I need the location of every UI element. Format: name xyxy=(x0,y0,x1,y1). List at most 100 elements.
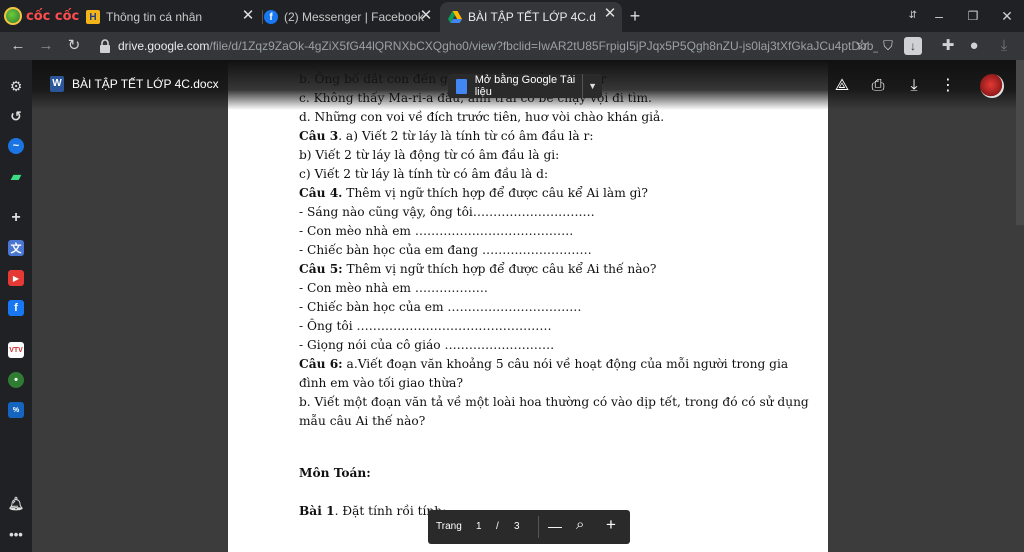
forward-arrow-icon[interactable]: → xyxy=(36,36,56,56)
document-line-text: . a) Viết 2 từ láy là tính từ có âm đầu … xyxy=(338,129,594,143)
document-line: c) Viết 2 từ láy là tính từ có âm đầu là… xyxy=(299,167,548,181)
current-page[interactable]: 1 xyxy=(476,521,482,532)
document-line: - Chiếc bàn học của em …………………………… xyxy=(299,300,581,314)
back-arrow-icon[interactable]: ← xyxy=(8,36,28,56)
document-line: d. Những con voi về đích trước tiên, huơ… xyxy=(299,110,664,124)
minimize-icon[interactable]: – xyxy=(928,6,950,26)
zoom-search-icon[interactable]: ⌕ xyxy=(576,516,584,533)
new-tab-plus-icon[interactable]: + xyxy=(626,7,644,25)
url-host: drive.google.com xyxy=(118,39,210,53)
document-line-text: Thêm vị ngữ thích hợp để được câu kể Ai … xyxy=(342,262,657,276)
zoom-in-icon[interactable]: + xyxy=(606,515,616,535)
document-line-text: c) Viết 2 từ láy là tính từ có âm đầu là… xyxy=(299,167,549,181)
page-label: Trang xyxy=(436,521,462,532)
close-tab-icon[interactable]: ✕ xyxy=(602,6,618,22)
google-drive-icon xyxy=(448,10,462,24)
tab-title: Thông tin cá nhân xyxy=(106,10,203,24)
document-line: - Con mèo nhà em ……………… xyxy=(299,281,488,295)
document-line-text: d. Những con voi về đích trước tiên, huơ… xyxy=(299,110,665,124)
doc-title: W BÀI TẬP TẾT LỚP 4C.docx xyxy=(50,76,219,92)
close-window-icon[interactable]: ✕ xyxy=(996,6,1018,26)
document-page: b. Ông bố dắt con đến gặp thầy giáo để x… xyxy=(228,60,828,552)
document-line: - Ông tôi ………………………………………… xyxy=(299,319,552,333)
tab-thong-tin[interactable]: H Thông tin cá nhân ✕ xyxy=(86,4,262,30)
more-dots-icon[interactable]: ••• xyxy=(8,526,24,542)
download-icon[interactable]: ↓ xyxy=(904,37,922,55)
add-shortcut-drive-icon[interactable]: ⟁ xyxy=(832,76,852,96)
open-with-google-docs-button[interactable]: Mở bằng Google Tài liệu ▼ xyxy=(448,74,602,98)
browser-brand[interactable]: cốc cốc xyxy=(4,6,79,26)
tab-search-icon[interactable]: ⇵ xyxy=(902,6,924,26)
document-line: Câu 3. a) Viết 2 từ láy là tính từ có âm… xyxy=(299,129,593,143)
google-docs-icon xyxy=(456,78,467,94)
document-line: - Giọng nói của cô giáo ……………………… xyxy=(299,338,554,352)
document-line-text: a.Viết đoạn văn khoảng 5 câu nói về hoạt… xyxy=(342,357,789,371)
tab-title: (2) Messenger | Facebook xyxy=(284,10,424,24)
gamepad-icon[interactable]: ▰ xyxy=(8,168,24,184)
page-navigator: Trang 1 / 3 — ⌕ + xyxy=(428,510,630,544)
document-line-text: b) Viết 2 từ láy là động từ có âm đầu là… xyxy=(299,148,560,162)
url-path: /file/d/1Zqz9ZaOk-4gZiX5fG44lQRNXbCXQgho… xyxy=(209,39,878,53)
zoom-out-icon[interactable]: — xyxy=(548,518,562,534)
history-icon[interactable]: ↺ xyxy=(8,108,24,124)
download-arrow-icon[interactable]: ⤓ xyxy=(994,36,1014,56)
tab-bar: cốc cốc H Thông tin cá nhân ✕ f (2) Mess… xyxy=(0,0,1024,32)
document-line-text: b. Viết một đoạn văn tả về một loài hoa … xyxy=(299,395,809,409)
coccoc-sidebar: ⚙ ↺ ~ ▰ + 文 ▶ f VTV • % 🔔︎ ••• xyxy=(0,60,32,552)
add-icon[interactable]: + xyxy=(8,209,24,226)
print-icon[interactable]: ⎙ xyxy=(868,76,888,96)
close-tab-icon[interactable]: ✕ xyxy=(418,8,434,24)
youtube-icon[interactable]: ▶ xyxy=(8,270,24,286)
bookmark-star-icon[interactable]: ☆ xyxy=(852,36,872,56)
facebook-sidebar-icon[interactable]: f xyxy=(8,300,24,316)
open-with-dropdown-icon[interactable]: ▼ xyxy=(582,74,602,98)
shield-icon[interactable]: ⛉ xyxy=(878,36,898,56)
doc-title-text: BÀI TẬP TẾT LỚP 4C.docx xyxy=(72,77,219,91)
open-with-label: Mở bằng Google Tài liệu xyxy=(474,74,576,98)
brand-text: cốc cốc xyxy=(26,8,80,24)
document-line: b. Viết một đoạn văn tả về một loài hoa … xyxy=(299,395,809,409)
document-line-text: mẫu câu Ai thế nào? xyxy=(299,414,426,428)
extensions-puzzle-icon[interactable]: ✚ xyxy=(938,36,958,56)
coccoc-game-icon[interactable]: • xyxy=(8,372,24,388)
tab-messenger[interactable]: f (2) Messenger | Facebook ✕ xyxy=(264,4,440,30)
profile-icon[interactable]: ● xyxy=(964,36,984,56)
coccoc-logo-icon xyxy=(4,7,22,25)
document-line: mẫu câu Ai thế nào? xyxy=(299,414,425,428)
document-line-text: - Giọng nói của cô giáo ……………………… xyxy=(299,338,555,352)
account-avatar[interactable] xyxy=(980,74,1004,98)
translate-icon[interactable]: 文 xyxy=(8,240,24,256)
document-line: Câu 4. Thêm vị ngữ thích hợp để được câu… xyxy=(299,186,648,200)
document-line: - Con mèo nhà em ………………………………… xyxy=(299,224,573,238)
facebook-icon: f xyxy=(264,10,278,24)
close-tab-icon[interactable]: ✕ xyxy=(240,8,256,24)
document-line-bold: Câu 3 xyxy=(299,129,339,143)
notification-bell-icon[interactable]: 🔔︎ xyxy=(8,496,25,512)
document-line-text: - Sáng nào cũng vậy, ông tôi………………………… xyxy=(299,205,595,219)
messenger-icon[interactable]: ~ xyxy=(8,138,24,154)
download-file-icon[interactable]: ⤓ xyxy=(904,76,924,96)
document-line-bold: Câu 6: xyxy=(299,357,343,371)
document-line-text: Thêm vị ngữ thích hợp để được câu kể Ai … xyxy=(342,186,648,200)
page-scrollbar[interactable] xyxy=(1016,60,1024,225)
tab-divider xyxy=(262,10,263,24)
address-bar[interactable]: drive.google.com/file/d/1Zqz9ZaOk-4gZiX5… xyxy=(92,34,906,58)
reload-icon[interactable]: ↻ xyxy=(64,36,84,56)
document-line-text: đình em vào tối giao thừa? xyxy=(299,376,463,390)
more-options-icon[interactable]: ⋮ xyxy=(938,76,958,96)
settings-gear-icon[interactable]: ⚙ xyxy=(8,78,24,94)
document-line-bold: Câu 4. xyxy=(299,186,343,200)
pager-divider xyxy=(538,516,539,538)
total-pages: 3 xyxy=(514,521,520,532)
document-line-text: - Con mèo nhà em ……………… xyxy=(299,281,488,295)
document-line: Câu 5: Thêm vị ngữ thích hợp để được câu… xyxy=(299,262,656,276)
vtv-icon[interactable]: VTV xyxy=(8,342,24,358)
document-line-bold: Môn Toán: xyxy=(299,466,371,480)
lock-icon xyxy=(100,39,110,53)
drive-viewer: W BÀI TẬP TẾT LỚP 4C.docx Mở bằng Google… xyxy=(32,60,1024,552)
tab-bai-tap[interactable]: BÀI TẬP TẾT LỚP 4C.docx - Go ✕ xyxy=(440,2,622,32)
deal-icon[interactable]: % xyxy=(8,402,24,418)
browser-toolbar: ← → ↻ drive.google.com/file/d/1Zqz9ZaOk-… xyxy=(0,32,1024,60)
document-line: đình em vào tối giao thừa? xyxy=(299,376,463,390)
restore-icon[interactable]: ❐ xyxy=(962,6,984,26)
